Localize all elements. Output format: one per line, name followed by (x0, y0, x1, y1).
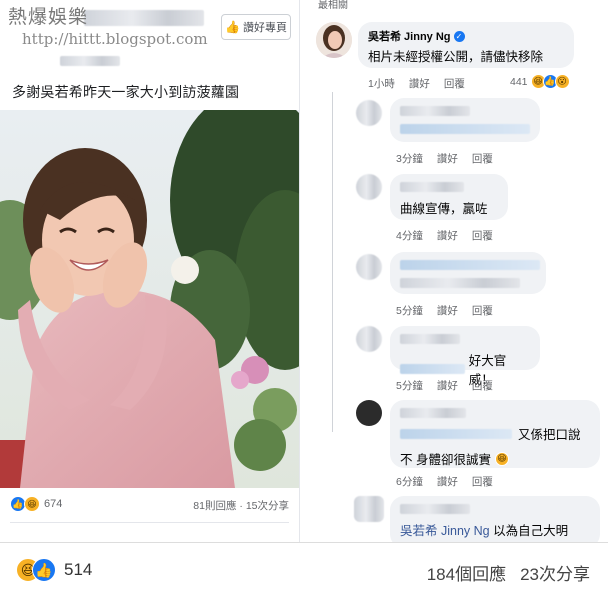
comment-time[interactable]: 6分鐘 (396, 474, 423, 489)
wow-icon: 😮 (554, 74, 570, 89)
comment-mention-blurred (400, 364, 465, 374)
comment-like-button[interactable]: 讚好 (437, 378, 458, 393)
verified-icon: ✓ (453, 30, 465, 42)
comment-actions: 5分鐘 讚好 回覆 (396, 378, 493, 393)
bottom-reaction-count: 514 (64, 560, 93, 579)
post-reactions[interactable]: 👍 😆 674 (10, 496, 62, 512)
avatar[interactable] (354, 496, 384, 522)
bottom-separator (0, 542, 608, 543)
comment-reply-button[interactable]: 回覆 (472, 228, 493, 243)
comment-reactions[interactable]: 441 😆 👍 😮 (510, 74, 570, 89)
post-divider (10, 522, 289, 523)
comment-text: 曲線宣傳，贏咗 (400, 202, 488, 216)
comment-reply-button[interactable]: 回覆 (472, 303, 493, 318)
comment-text: 不 身體卻很誠實 (400, 453, 491, 467)
comment-text: 相片未經授權公開，請儘快移除 (368, 50, 544, 64)
comment-like-button[interactable]: 讚好 (437, 228, 458, 243)
post-panel: 熱爆娛樂 http://hittt.blogspot.com 👍 讚好專頁 多謝… (0, 0, 300, 542)
comment-bubble: 吳若希 Jinny Ng 以為自己大明 (390, 496, 600, 542)
comment-like-button[interactable]: 讚好 (409, 76, 430, 91)
page-name-blurred (84, 10, 204, 26)
comment-time[interactable]: 5分鐘 (396, 378, 423, 393)
comment-author-blurred (400, 408, 466, 418)
comment-author-blurred (400, 334, 460, 344)
comment-time[interactable]: 1小時 (368, 76, 395, 91)
comments-panel: 最相關 吳若希 Jinny Ng ✓ 相片未經授權公開，請儘快移除 1小時 讚好… (306, 0, 608, 542)
haha-icon: 😆 (494, 451, 509, 466)
avatar[interactable] (356, 400, 382, 426)
comment-author[interactable]: 吳若希 Jinny Ng ✓ (368, 28, 564, 44)
comment-mention-blurred (400, 428, 512, 439)
watermark-title: 熱爆娛樂 (8, 6, 89, 28)
comment-sort-label[interactable]: 最相關 (318, 0, 348, 11)
comment-reply-button[interactable]: 回覆 (472, 378, 493, 393)
comment-bubble (390, 252, 546, 294)
comment-bubble: 吳若希 Jinny Ng ✓ 相片未經授權公開，請儘快移除 (358, 22, 574, 68)
comment-actions: 6分鐘 讚好 回覆 (396, 474, 493, 489)
comment-author-blurred (400, 106, 470, 116)
comment-bubble (390, 98, 540, 142)
bottom-stats: 184個回應 23次分享 (427, 560, 590, 585)
comment-text-blurred (400, 278, 520, 288)
post-reaction-count: 674 (44, 498, 63, 510)
like-icon: 👍 (32, 558, 56, 582)
bottom-shares-count[interactable]: 23次分享 (520, 560, 590, 585)
comment-reply-button[interactable]: 回覆 (472, 151, 493, 166)
post-shares-count[interactable]: 15次分享 (246, 500, 289, 512)
post-photo[interactable] (0, 110, 299, 488)
comment-author-blurred (400, 182, 464, 192)
reply-thread-line (332, 92, 333, 432)
comment-bubble: 又係把口說 不 身體卻很誠實 😆 (390, 400, 600, 468)
like-page-button[interactable]: 👍 讚好專頁 (221, 14, 291, 40)
comment-time[interactable]: 4分鐘 (396, 228, 423, 243)
post-stats: 81則回應 · 15次分享 (193, 498, 289, 513)
avatar-illustration (316, 22, 352, 58)
comment-reply-button[interactable]: 回覆 (444, 76, 465, 91)
comment-author-blurred (400, 260, 540, 270)
comment-text-row: 不 身體卻很誠實 😆 (400, 449, 590, 468)
haha-icon: 😆 (24, 496, 40, 512)
avatar[interactable] (356, 174, 382, 200)
bottom-reactions[interactable]: 😆 👍 514 (16, 558, 92, 582)
comment-actions: 1小時 讚好 回覆 (368, 76, 465, 91)
comment-bubble: 好大官威！ (390, 326, 540, 387)
bottom-stats-bar: 😆 👍 514 184個回應 23次分享 (0, 546, 608, 590)
comment-like-button[interactable]: 讚好 (437, 474, 458, 489)
post-caption: 多謝吳若希昨天一家大小到訪菠蘿園 (12, 84, 240, 100)
comment-like-button[interactable]: 讚好 (437, 151, 458, 166)
comment-like-button[interactable]: 讚好 (437, 303, 458, 318)
comment-author-blurred (400, 504, 470, 514)
avatar[interactable] (316, 22, 352, 58)
comment-mention[interactable]: 吳若希 Jinny Ng (400, 524, 490, 538)
comment-actions: 3分鐘 讚好 回覆 (396, 151, 493, 166)
comment-text: 又係把口說 (518, 428, 581, 442)
comment-text: 以為自己大明 (493, 524, 569, 538)
comment-text-blurred (400, 124, 530, 134)
comment-reaction-count: 441 (510, 75, 528, 88)
like-page-label: 讚好專頁 (242, 22, 287, 34)
post-meta-blurred (60, 56, 120, 66)
comment-actions: 5分鐘 讚好 回覆 (396, 303, 493, 318)
comment-time[interactable]: 3分鐘 (396, 151, 423, 166)
comment-text-row: 又係把口說 (400, 424, 590, 443)
avatar[interactable] (356, 254, 382, 280)
photo-illustration (0, 110, 299, 488)
comment-author-name: 吳若希 Jinny Ng (368, 31, 451, 43)
bottom-comments-count[interactable]: 184個回應 (427, 560, 506, 585)
avatar[interactable] (356, 326, 382, 352)
comment-reply-button[interactable]: 回覆 (472, 474, 493, 489)
thumb-icon: 👍 (225, 20, 240, 34)
post-comments-count[interactable]: 81則回應 (193, 500, 236, 512)
watermark-url: http://hittt.blogspot.com (22, 30, 208, 48)
avatar[interactable] (356, 100, 382, 126)
comment-bubble: 曲線宣傳，贏咗 (390, 174, 508, 220)
comment-actions: 4分鐘 讚好 回覆 (396, 228, 493, 243)
comment-time[interactable]: 5分鐘 (396, 303, 423, 318)
comment-text-row: 吳若希 Jinny Ng 以為自己大明 (400, 520, 590, 539)
